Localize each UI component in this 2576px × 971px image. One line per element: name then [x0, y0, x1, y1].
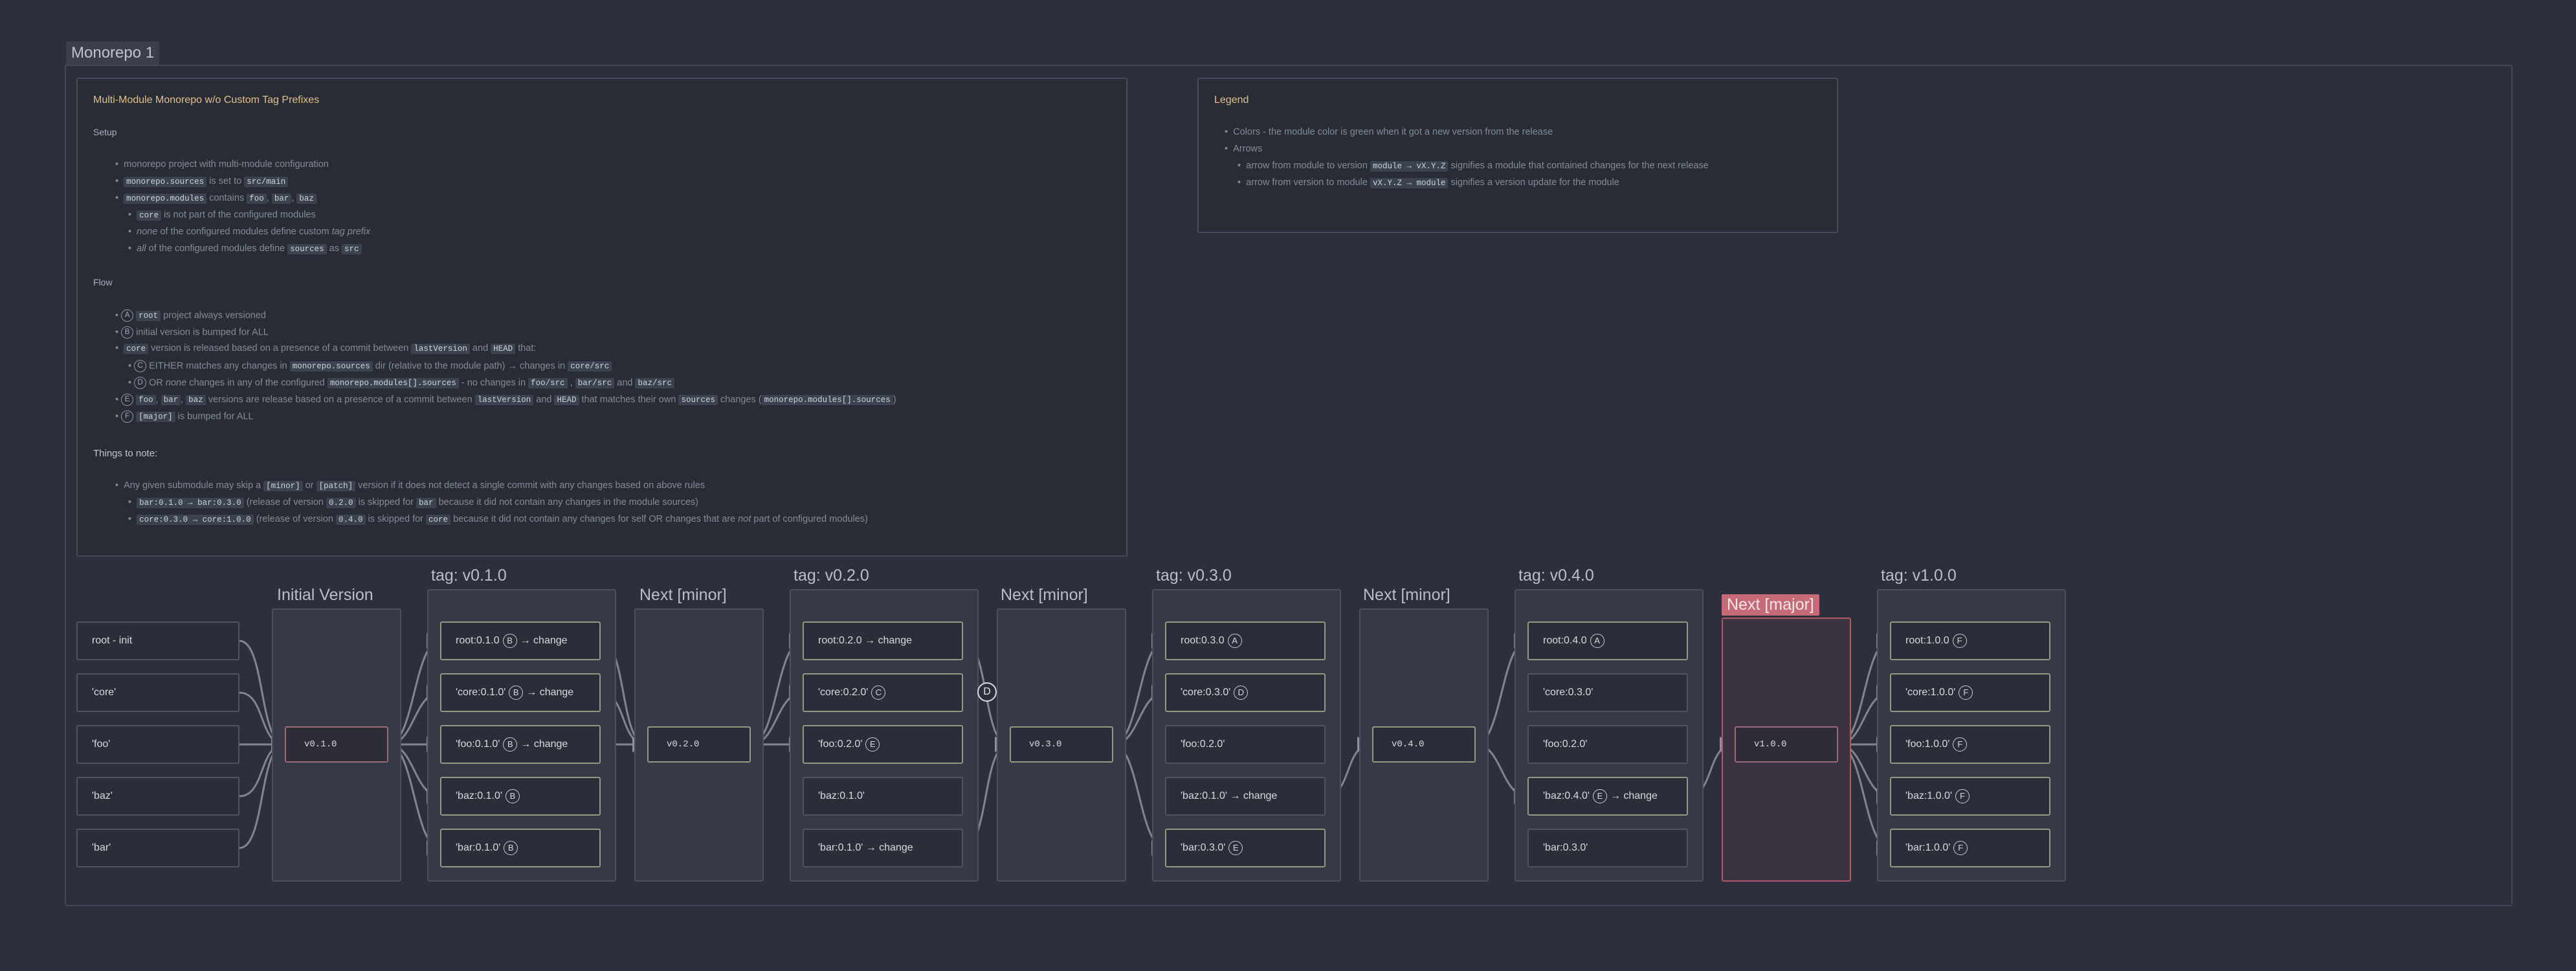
t030-root[interactable]: root:0.3.0 A	[1165, 621, 1326, 660]
setup-line-3: • monorepo.modules contains foo, bar, ba…	[115, 193, 316, 204]
marker-f-icon: F	[1952, 634, 1967, 648]
marker-a-icon: A	[1227, 634, 1242, 648]
t020-bar[interactable]: 'bar:0.1.0' → change	[803, 829, 963, 867]
setup-heading: Setup	[93, 127, 117, 137]
t020-foo[interactable]: 'foo:0.2.0' E	[803, 725, 963, 764]
flow-line-b: • B initial version is bumped for ALL	[115, 326, 269, 339]
module-root[interactable]: root - init	[76, 621, 239, 660]
t100-core[interactable]: 'core:1.0.0' F	[1890, 673, 2050, 712]
t010-baz[interactable]: 'baz:0.1.0' B	[440, 777, 601, 816]
t010-bar[interactable]: 'bar:0.1.0' B	[440, 829, 601, 867]
legend-title: Legend	[1214, 95, 1249, 106]
description-card: Multi-Module Monorepo w/o Custom Tag Pre…	[76, 78, 1127, 557]
flow-line-core: • core version is released based on a pr…	[115, 343, 537, 354]
col-t010-label: tag: v0.1.0	[431, 566, 507, 585]
legend-arrow-1: • arrow from module to version module → …	[1238, 161, 1709, 172]
t030-core[interactable]: 'core:0.3.0' D	[1165, 673, 1326, 712]
flow-line-f: • F [major] is bumped for ALL	[115, 410, 254, 423]
module-foo[interactable]: 'foo'	[76, 725, 239, 764]
marker-f-icon: F	[1953, 737, 1968, 752]
marker-d-icon: D	[977, 682, 997, 702]
module-bar[interactable]: 'bar'	[76, 829, 239, 867]
module-core[interactable]: 'core'	[76, 673, 239, 712]
legend-arrows: • Arrows	[1225, 144, 1263, 154]
t030-bar[interactable]: 'bar:0.3.0' E	[1165, 829, 1326, 867]
legend-arrow-2: • arrow from version to module vX.Y.Z → …	[1238, 177, 1619, 188]
flow-line-e: • E foo, bar, baz versions are release b…	[115, 394, 896, 406]
setup-line-2: • monorepo.sources is set to src/main	[115, 176, 289, 187]
flow-line-d: • D OR none changes in any of the config…	[128, 377, 674, 389]
t100-bar[interactable]: 'bar:1.0.0' F	[1890, 829, 2050, 867]
version-v100[interactable]: v1.0.0	[1735, 726, 1838, 763]
marker-b-icon: B	[504, 841, 518, 855]
card-title: Multi-Module Monorepo w/o Custom Tag Pre…	[93, 95, 320, 106]
marker-e-icon: E	[1592, 789, 1607, 803]
t100-root[interactable]: root:1.0.0 F	[1890, 621, 2050, 660]
flow-line-a: • A root project always versioned	[115, 309, 266, 322]
marker-e-icon: E	[1228, 841, 1243, 855]
t040-baz[interactable]: 'baz:0.4.0' E → change	[1527, 777, 1688, 816]
marker-c-icon: C	[871, 686, 886, 700]
marker-d-icon: D	[1234, 686, 1249, 700]
marker-a-icon: A	[1590, 634, 1604, 648]
version-v010[interactable]: v0.1.0	[285, 726, 388, 763]
notes-heading: Things to note:	[93, 448, 158, 459]
note-line-1: • Any given submodule may skip a [minor]…	[115, 480, 705, 491]
t030-baz[interactable]: 'baz:0.1.0' → change	[1165, 777, 1326, 816]
flow-line-c: • C EITHER matches any changes in monore…	[128, 360, 612, 372]
col-initial-label: Initial Version	[277, 586, 373, 604]
setup-line-6: • all of the configured modules define s…	[128, 243, 362, 254]
col-next4-label: Next [major]	[1722, 594, 1819, 616]
flow-heading: Flow	[93, 277, 113, 287]
note-line-2: • bar:0.1.0 → bar:0.3.0 (release of vers…	[128, 497, 698, 508]
marker-b-icon: B	[505, 789, 520, 803]
marker-b-icon: B	[509, 686, 524, 700]
t100-foo[interactable]: 'foo:1.0.0' F	[1890, 725, 2050, 764]
col-t020-label: tag: v0.2.0	[794, 566, 869, 585]
t020-baz[interactable]: 'baz:0.1.0'	[803, 777, 963, 816]
t010-root[interactable]: root:0.1.0 B → change	[440, 621, 601, 660]
version-v030[interactable]: v0.3.0	[1010, 726, 1113, 763]
t010-core[interactable]: 'core:0.1.0' B → change	[440, 673, 601, 712]
module-baz[interactable]: 'baz'	[76, 777, 239, 816]
t040-foo[interactable]: 'foo:0.2.0'	[1527, 725, 1688, 764]
t020-root[interactable]: root:0.2.0 → change	[803, 621, 963, 660]
col-next3-label: Next [minor]	[1363, 586, 1450, 604]
t100-baz[interactable]: 'baz:1.0.0' F	[1890, 777, 2050, 816]
t030-foo[interactable]: 'foo:0.2.0'	[1165, 725, 1326, 764]
setup-line-1: • monorepo project with multi-module con…	[115, 159, 329, 170]
marker-f-icon: F	[1959, 686, 1973, 700]
version-v040[interactable]: v0.4.0	[1372, 726, 1476, 763]
col-t100-label: tag: v1.0.0	[1881, 566, 1957, 585]
marker-e-icon: E	[865, 737, 880, 752]
t020-core[interactable]: 'core:0.2.0' C	[803, 673, 963, 712]
setup-line-5: • none of the configured modules define …	[128, 227, 371, 237]
col-next1-label: Next [minor]	[639, 586, 727, 604]
col-t030-label: tag: v0.3.0	[1156, 566, 1232, 585]
t040-core[interactable]: 'core:0.3.0'	[1527, 673, 1688, 712]
t040-root[interactable]: root:0.4.0 A	[1527, 621, 1688, 660]
legend-colors: • Colors - the module color is green whe…	[1225, 127, 1553, 137]
board-title: Monorepo 1	[66, 41, 160, 65]
note-line-3: • core:0.3.0 → core:1.0.0 (release of ve…	[128, 514, 868, 525]
marker-b-icon: B	[503, 737, 518, 752]
t010-foo[interactable]: 'foo:0.1.0' B → change	[440, 725, 601, 764]
marker-f-icon: F	[1953, 841, 1968, 855]
version-v020[interactable]: v0.2.0	[647, 726, 751, 763]
col-next2-label: Next [minor]	[1001, 586, 1088, 604]
col-t040-label: tag: v0.4.0	[1518, 566, 1594, 585]
setup-line-4: • core is not part of the configured mod…	[128, 210, 316, 221]
legend-card: Legend • Colors - the module color is gr…	[1197, 78, 1838, 233]
marker-b-icon: B	[502, 634, 517, 648]
marker-f-icon: F	[1955, 789, 1970, 803]
t040-bar[interactable]: 'bar:0.3.0'	[1527, 829, 1688, 867]
